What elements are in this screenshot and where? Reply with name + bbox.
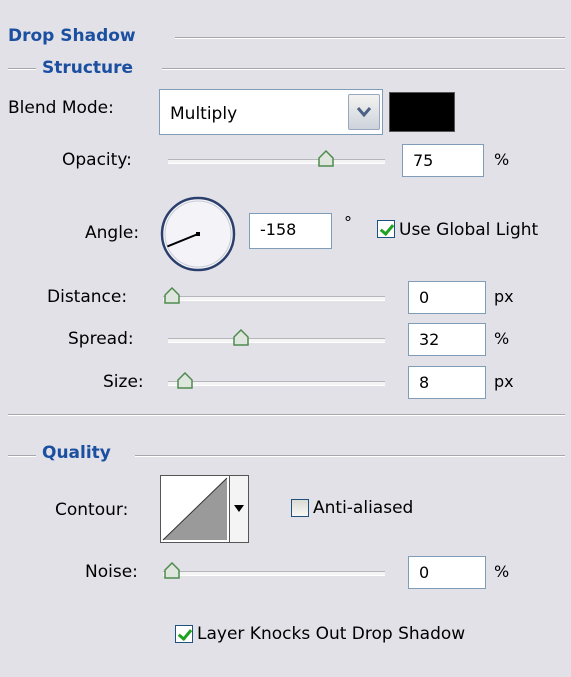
noise-label: Noise: (85, 562, 138, 582)
spread-slider-thumb[interactable] (232, 329, 250, 347)
layer-knocks-out-label[interactable]: Layer Knocks Out Drop Shadow (197, 624, 465, 644)
size-slider-track[interactable] (168, 381, 385, 386)
drop-shadow-divider (175, 37, 565, 39)
contour-label: Contour: (55, 500, 129, 520)
shadow-color-swatch[interactable] (389, 92, 455, 132)
distance-slider-track[interactable] (163, 296, 385, 301)
blend-mode-dropdown-button[interactable] (348, 94, 380, 130)
distance-label: Distance: (47, 287, 128, 307)
quality-divider-right (135, 455, 565, 457)
anti-aliased-label[interactable]: Anti-aliased (313, 498, 413, 518)
quality-divider-left (8, 455, 36, 457)
noise-unit: % (494, 562, 510, 581)
use-global-light-checkbox[interactable] (377, 220, 395, 238)
triangle-down-icon (234, 505, 244, 512)
layer-knocks-out-checkbox[interactable] (175, 625, 193, 643)
angle-unit: ° (344, 213, 352, 232)
distance-unit: px (494, 287, 514, 306)
spread-input[interactable]: 32 (408, 323, 486, 356)
size-unit: px (494, 372, 514, 391)
chevron-down-icon (356, 107, 372, 118)
opacity-input[interactable]: 75 (402, 144, 484, 177)
anti-aliased-checkbox[interactable] (291, 499, 309, 517)
contour-preview[interactable] (160, 475, 230, 543)
structure-title: Structure (42, 58, 134, 78)
opacity-unit: % (494, 150, 510, 169)
distance-slider-thumb[interactable] (163, 287, 181, 305)
spread-slider-track[interactable] (168, 338, 385, 343)
contour-curve-icon (162, 477, 228, 541)
noise-input[interactable]: 0 (408, 556, 486, 589)
spread-unit: % (494, 329, 510, 348)
blend-mode-label: Blend Mode: (8, 98, 114, 118)
angle-input[interactable]: -158 (249, 213, 332, 249)
opacity-label: Opacity: (62, 150, 132, 170)
opacity-slider-track[interactable] (168, 159, 385, 164)
structure-divider-left (8, 68, 36, 70)
size-input[interactable]: 8 (408, 366, 486, 399)
angle-label: Angle: (85, 223, 140, 243)
quality-title: Quality (42, 443, 111, 463)
structure-divider-right (162, 68, 565, 70)
opacity-slider-thumb[interactable] (317, 150, 335, 168)
drop-shadow-title: Drop Shadow (8, 26, 136, 46)
angle-dial[interactable] (158, 194, 238, 274)
distance-input[interactable]: 0 (408, 281, 486, 314)
section-separator (8, 414, 565, 416)
size-label: Size: (103, 372, 144, 392)
contour-dropdown-button[interactable] (229, 475, 249, 543)
noise-slider-thumb[interactable] (163, 562, 181, 580)
size-slider-thumb[interactable] (176, 372, 194, 390)
blend-mode-select[interactable]: Multiply (159, 89, 383, 135)
spread-label: Spread: (68, 329, 134, 349)
noise-slider-track[interactable] (163, 571, 385, 576)
blend-mode-value: Multiply (170, 104, 238, 124)
use-global-light-label[interactable]: Use Global Light (399, 220, 538, 240)
